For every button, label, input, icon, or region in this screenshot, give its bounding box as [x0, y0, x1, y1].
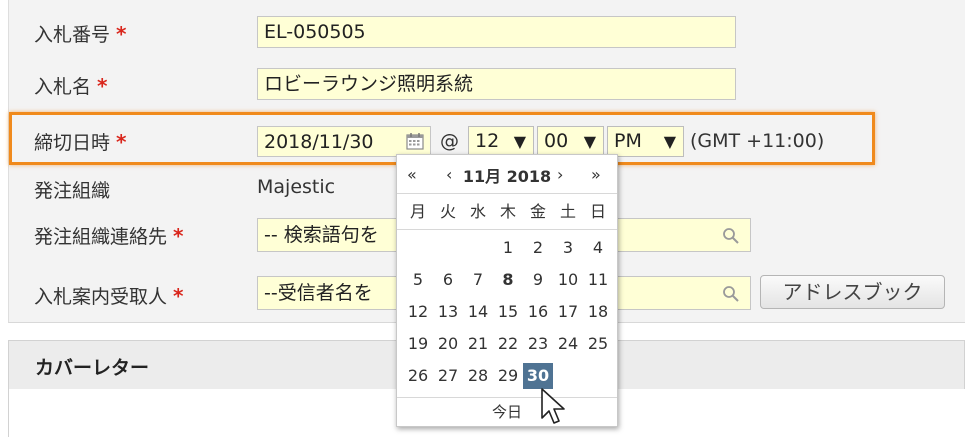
calendar-day-selected[interactable]: 30	[523, 363, 553, 389]
bid-number-value: EL-050505	[264, 21, 366, 43]
org-contact-label: 発注組織連絡先 *	[34, 222, 183, 249]
weekday-header: 火	[439, 202, 456, 221]
weekday-header: 日	[589, 202, 606, 221]
calendar-day[interactable]: 5	[403, 267, 433, 293]
required-mark: *	[116, 22, 127, 46]
timezone-label: (GMT +11:00)	[690, 130, 825, 152]
hour-select[interactable]: 12 ▼	[468, 126, 534, 157]
magnifier-icon[interactable]	[722, 285, 740, 303]
required-mark: *	[116, 130, 127, 154]
weekday-header: 月	[409, 202, 426, 221]
calendar-divider	[397, 397, 617, 398]
bid-name-label-text: 入札名	[34, 76, 92, 98]
calendar-day[interactable]: 6	[433, 267, 463, 293]
calendar-day[interactable]: 18	[583, 299, 613, 325]
calendar-day[interactable]: 8	[493, 267, 523, 293]
bid-name-value: ロビーラウンジ照明系統	[264, 73, 474, 95]
bid-number-label: 入札番号 *	[34, 20, 126, 47]
bid-number-label-text: 入札番号	[34, 24, 111, 46]
cover-letter-title: カバーレター	[35, 357, 150, 379]
mouse-pointer-icon	[541, 388, 565, 424]
org-contact-label-text: 発注組織連絡先	[34, 226, 168, 248]
dropdown-arrow-icon: ▼	[663, 132, 676, 151]
deadline-label-text: 締切日時	[34, 132, 111, 154]
required-mark: *	[97, 74, 108, 98]
calendar-day[interactable]: 25	[583, 331, 613, 357]
dropdown-arrow-icon: ▼	[583, 132, 596, 151]
calendar-day[interactable]: 22	[493, 331, 523, 357]
calendar-day[interactable]: 26	[403, 363, 433, 389]
minute-value: 00	[544, 130, 569, 152]
today-button[interactable]: 今日	[397, 401, 617, 422]
at-symbol: @	[440, 130, 459, 152]
invite-recipient-placeholder: --受信者名を	[264, 282, 373, 304]
deadline-label: 締切日時 *	[34, 128, 126, 155]
calendar-day[interactable]: 16	[523, 299, 553, 325]
ampm-select[interactable]: PM ▼	[607, 126, 684, 157]
magnifier-icon[interactable]	[722, 227, 740, 245]
ampm-value: PM	[614, 130, 642, 152]
calendar-day[interactable]: 2	[523, 235, 553, 261]
deadline-date-value: 2018/11/30	[264, 131, 374, 153]
date-picker-popup: « ‹ 11月 2018 › » 月火水木金土日 1 2 3 4 5 6 7 8 9 10 11 12…	[396, 154, 618, 427]
invite-recipient-label: 入札案内受取人 *	[34, 282, 183, 309]
ordering-org-value: Majestic	[257, 176, 336, 198]
ordering-org-label: 発注組織	[34, 180, 111, 202]
address-book-button[interactable]: アドレスブック	[760, 275, 945, 309]
next-year-button[interactable]: »	[591, 165, 601, 184]
calendar-divider	[397, 193, 617, 194]
bid-number-input[interactable]: EL-050505	[257, 16, 736, 48]
calendar-day[interactable]: 28	[463, 363, 493, 389]
invite-recipient-label-text: 入札案内受取人	[34, 286, 168, 308]
calendar-day[interactable]: 24	[553, 331, 583, 357]
calendar-day[interactable]: 12	[403, 299, 433, 325]
hour-value: 12	[475, 130, 500, 152]
calendar-day[interactable]: 19	[403, 331, 433, 357]
calendar-day[interactable]: 20	[433, 331, 463, 357]
org-contact-placeholder: -- 検索語句を	[264, 224, 379, 246]
calendar-day[interactable]: 11	[583, 267, 613, 293]
calendar-day[interactable]: 10	[553, 267, 583, 293]
calendar-month-title: 11月 2018	[462, 167, 552, 186]
weekday-header: 水	[469, 202, 486, 221]
required-mark: *	[173, 284, 184, 308]
calendar-day[interactable]: 17	[553, 299, 583, 325]
dropdown-arrow-icon: ▼	[513, 132, 526, 151]
calendar-divider	[397, 229, 617, 230]
calendar-day[interactable]: 7	[463, 267, 493, 293]
calendar-day[interactable]: 23	[523, 331, 553, 357]
calendar-day[interactable]: 1	[493, 235, 523, 261]
weekday-header: 土	[559, 202, 576, 221]
deadline-date-input[interactable]: 2018/11/30	[257, 126, 431, 157]
required-mark: *	[173, 224, 184, 248]
minute-select[interactable]: 00 ▼	[537, 126, 604, 157]
calendar-icon[interactable]	[406, 132, 424, 150]
calendar-day[interactable]: 14	[463, 299, 493, 325]
weekday-header: 金	[529, 202, 546, 221]
calendar-day[interactable]: 9	[523, 267, 553, 293]
calendar-day[interactable]: 15	[493, 299, 523, 325]
calendar-day[interactable]: 21	[463, 331, 493, 357]
calendar-day[interactable]: 29	[493, 363, 523, 389]
weekday-header: 木	[499, 202, 516, 221]
calendar-day[interactable]: 3	[553, 235, 583, 261]
next-month-button[interactable]: ›	[557, 165, 563, 184]
bid-name-label: 入札名 *	[34, 72, 107, 99]
bid-name-input[interactable]: ロビーラウンジ照明系統	[257, 68, 736, 100]
calendar-day[interactable]: 13	[433, 299, 463, 325]
calendar-day[interactable]: 4	[583, 235, 613, 261]
calendar-day[interactable]: 27	[433, 363, 463, 389]
